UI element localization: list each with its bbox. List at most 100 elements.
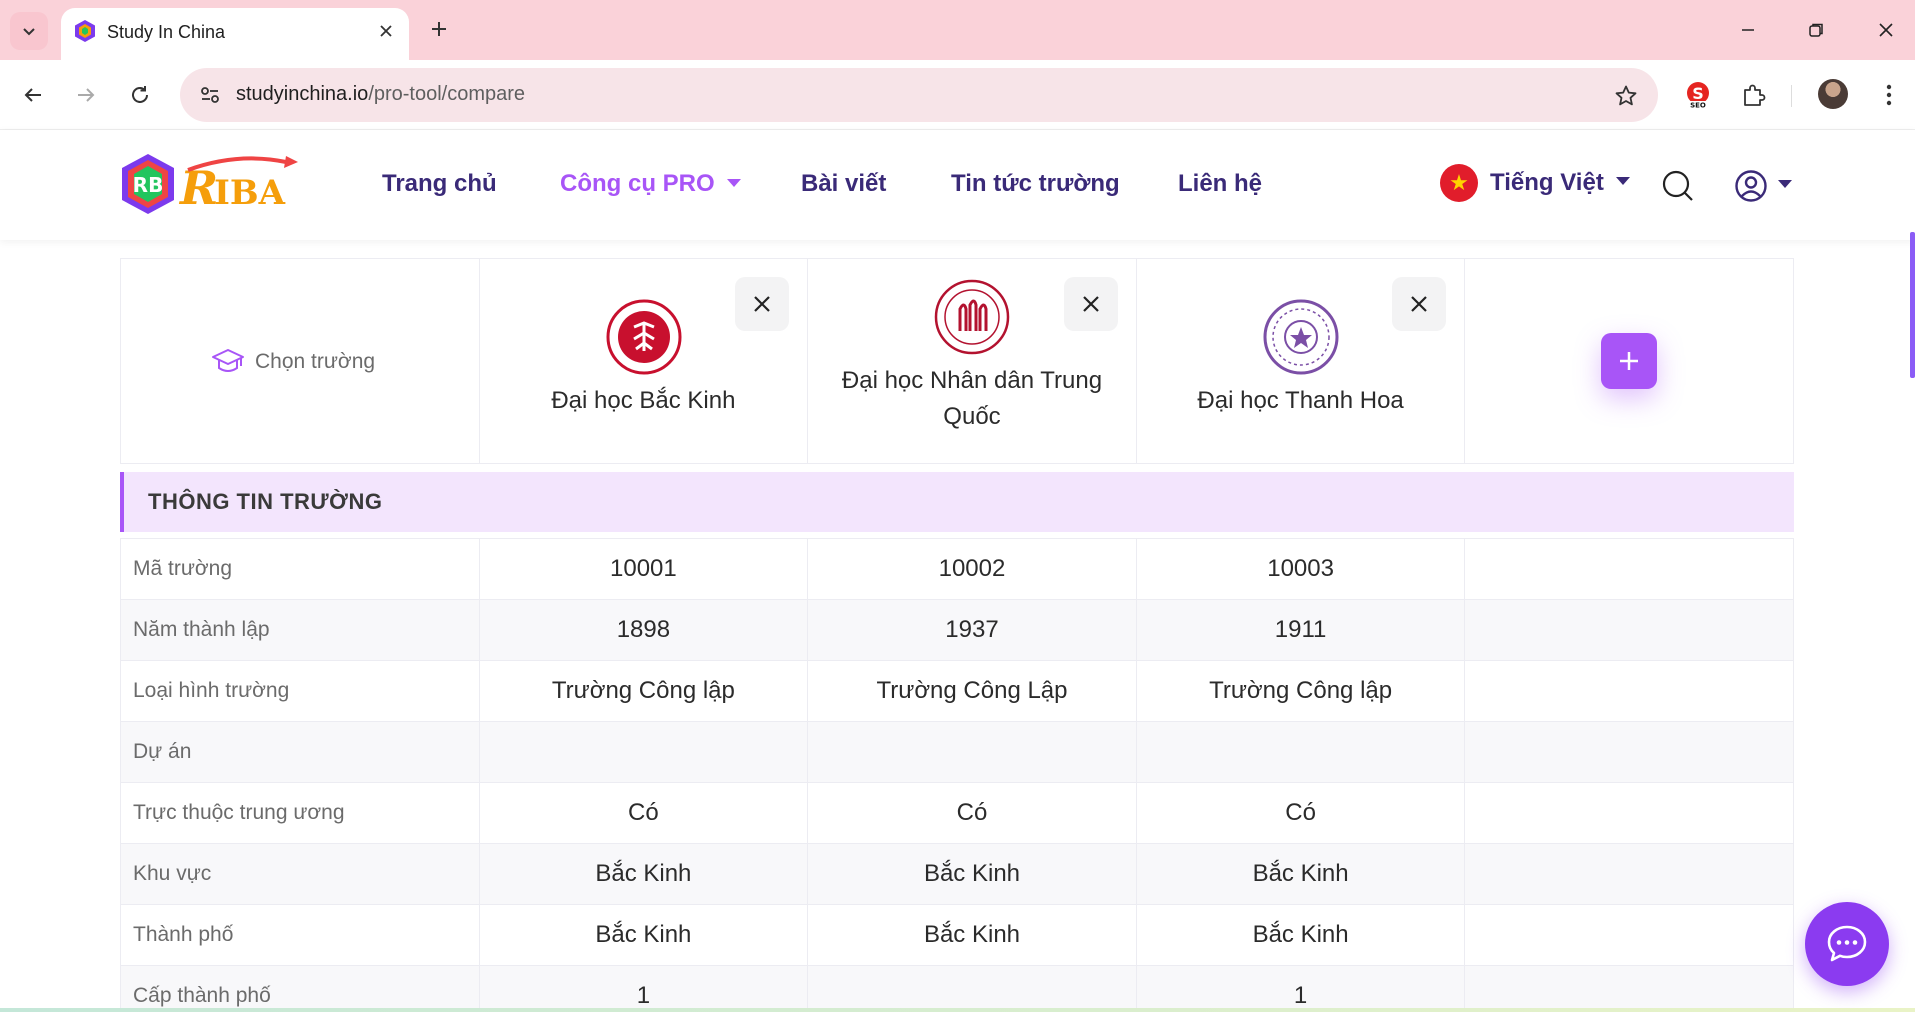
row-value: Bắc Kinh: [1252, 921, 1349, 948]
row-value: Trường Công lập: [1209, 677, 1393, 704]
tune-icon: [201, 87, 219, 103]
add-school-button[interactable]: [1601, 333, 1658, 389]
bottom-edge: [0, 1008, 1915, 1012]
close-icon: [1879, 23, 1893, 37]
address-bar[interactable]: studyinchina.io/pro-tool/compare: [180, 68, 1658, 122]
tab-title: Study In China: [107, 22, 226, 42]
remove-school-button[interactable]: [735, 277, 790, 331]
minimize-icon: [1742, 29, 1754, 31]
row-value-cell: Trường Công Lập: [808, 661, 1137, 721]
row-value-cell: 1: [480, 966, 809, 1012]
row-label: Cấp thành phố: [133, 984, 271, 1007]
row-label: Năm thành lập: [133, 618, 270, 641]
forward-button[interactable]: [67, 76, 105, 114]
remove-school-button[interactable]: [1063, 277, 1118, 331]
empty-cell: [1465, 539, 1793, 599]
row-value: 1898: [616, 616, 671, 643]
row-value: Bắc Kinh: [923, 921, 1021, 948]
row-label: Khu vực: [133, 862, 212, 885]
tab-search-button[interactable]: [10, 12, 48, 50]
renmin-university-logo: [934, 279, 1010, 355]
school-header-row: Chọn trường Đại học Bắc Kinh Đại học Nhâ…: [120, 258, 1794, 464]
row-value: Trường Công Lập: [876, 677, 1068, 704]
minimize-button[interactable]: [1728, 12, 1768, 48]
svg-text:S: S: [1692, 84, 1704, 103]
row-value: 10003: [1267, 555, 1334, 582]
remove-school-button[interactable]: [1392, 277, 1447, 331]
add-school-cell: [1465, 259, 1793, 463]
choose-school[interactable]: Chọn trường: [211, 347, 375, 377]
nav-school-news[interactable]: Tin tức trường: [951, 170, 1120, 198]
arrow-left-icon: [24, 88, 41, 102]
row-value-cell: [808, 966, 1137, 1012]
star-icon: [1615, 85, 1637, 106]
row-value-cell: Bắc Kinh: [808, 905, 1137, 965]
riba-logo[interactable]: RB R IBA: [118, 150, 328, 220]
choose-school-label: Chọn trường: [255, 350, 376, 373]
school-name: Đại học Thanh Hoa: [1197, 387, 1404, 414]
row-value: 1: [636, 982, 651, 1009]
nav-pro-tools-label: Công cụ PRO: [560, 170, 715, 197]
nav-pro-tools[interactable]: Công cụ PRO: [560, 170, 741, 198]
browser-tabstrip: Study In China: [0, 0, 1915, 60]
section-header: THÔNG TIN TRƯỜNG: [120, 472, 1794, 532]
row-value: Bắc Kinh: [595, 860, 692, 887]
row-value-cell: 10001: [480, 539, 809, 599]
empty-cell: [1465, 844, 1793, 904]
row-value-cell: Bắc Kinh: [808, 844, 1137, 904]
reload-icon: [132, 86, 148, 103]
tab-close-button[interactable]: [373, 18, 399, 44]
chevron-down-icon: [1615, 177, 1630, 185]
table-row: Năm thành lập 1898 1937 1911: [120, 600, 1794, 661]
extensions-button[interactable]: [1735, 76, 1773, 114]
svg-text:RB: RB: [133, 173, 164, 197]
nav-articles[interactable]: Bài viết: [801, 170, 886, 198]
row-value-cell: Có: [1137, 783, 1466, 843]
profile-avatar[interactable]: [1818, 79, 1848, 109]
row-label: Loại hình trường: [133, 679, 290, 702]
row-value-cell: 1937: [808, 600, 1137, 660]
restore-button[interactable]: [1796, 12, 1836, 48]
svg-text:SEO: SEO: [1690, 102, 1706, 110]
chevron-down-icon: [726, 178, 741, 187]
seo-extension-button[interactable]: S SEO: [1679, 76, 1717, 114]
school-name: Đại học Nhân dân Trung Quốc: [841, 367, 1103, 430]
row-label-cell: Loại hình trường: [121, 661, 480, 721]
restore-icon: [1809, 23, 1823, 37]
reload-button[interactable]: [121, 76, 159, 114]
new-tab-button[interactable]: [424, 14, 454, 44]
row-value: 1937: [945, 616, 999, 643]
toolbar-separator: [1791, 85, 1792, 107]
row-value: Bắc Kinh: [923, 860, 1021, 887]
row-label: Mã trường: [133, 557, 233, 580]
browser-tab[interactable]: Study In China: [61, 8, 409, 60]
row-value: Có: [1285, 799, 1316, 826]
scrollbar-thumb[interactable]: [1910, 232, 1915, 378]
choose-school-cell[interactable]: Chọn trường: [121, 259, 480, 463]
row-value-cell: 10002: [808, 539, 1137, 599]
nav-home[interactable]: Trang chủ: [382, 170, 497, 198]
row-label-cell: Mã trường: [121, 539, 480, 599]
search-icon: [1662, 170, 1693, 201]
svg-text:IBA: IBA: [214, 173, 286, 213]
search-button[interactable]: [1658, 166, 1698, 206]
bookmark-button[interactable]: [1612, 82, 1640, 110]
row-value: Có: [956, 799, 988, 826]
row-value-cell: [480, 722, 809, 782]
row-label: Trực thuộc trung ương: [133, 801, 345, 824]
browser-menu-button[interactable]: [1870, 76, 1908, 114]
compare-table: Chọn trường Đại học Bắc Kinh Đại học Nhâ…: [120, 258, 1794, 1012]
row-label-cell: Thành phố: [121, 905, 480, 965]
peking-university-logo: [606, 299, 682, 375]
row-value-cell: Trường Công lập: [480, 661, 809, 721]
table-row: Thành phố Bắc Kinh Bắc Kinh Bắc Kinh: [120, 905, 1794, 966]
table-row: Loại hình trường Trường Công lập Trường Cô…: [120, 661, 1794, 722]
close-window-button[interactable]: [1866, 12, 1906, 48]
account-menu-button[interactable]: [1728, 166, 1798, 206]
row-label-cell: Cấp thành phố: [121, 966, 480, 1012]
nav-contact[interactable]: Liên hệ: [1178, 170, 1262, 198]
language-selector[interactable]: ★ Tiếng Việt: [1440, 164, 1630, 202]
chat-button[interactable]: [1805, 902, 1889, 986]
site-info-button[interactable]: [192, 77, 228, 113]
back-button[interactable]: [14, 76, 52, 114]
